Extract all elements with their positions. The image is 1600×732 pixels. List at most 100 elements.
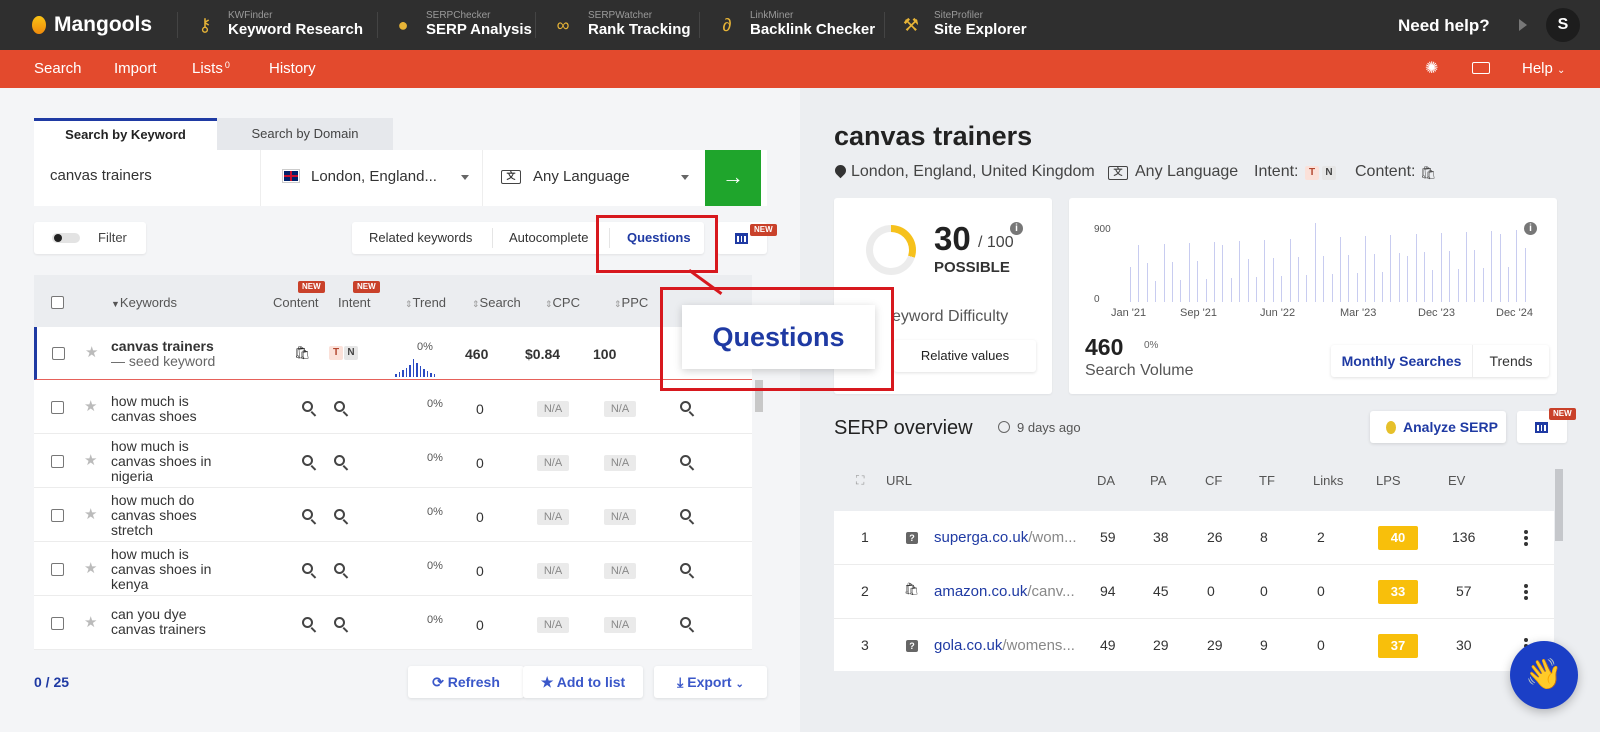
search-icon[interactable] (680, 455, 691, 466)
select-all-checkbox[interactable] (51, 296, 64, 309)
tab-monthly-searches[interactable]: Monthly Searches (1331, 345, 1473, 377)
row-checkbox[interactable] (51, 563, 64, 576)
keyword-title: canvas trainers (834, 121, 1033, 151)
refresh-button[interactable]: ⟳ Refresh (408, 666, 524, 698)
mangools-logo[interactable]: Mangools (32, 13, 152, 37)
bug-icon[interactable]: ✺ (1425, 58, 1438, 78)
star-icon[interactable]: ★ (84, 559, 97, 577)
search-icon[interactable] (334, 617, 345, 628)
trend-bar (402, 370, 404, 377)
row-checkbox[interactable] (51, 455, 64, 468)
tab-related-keywords[interactable]: Related keywords (369, 230, 472, 245)
serp-egg-icon (1386, 421, 1396, 434)
top-bar: Mangools ⚷ KWFinder Keyword Research ● SE… (0, 0, 1600, 50)
col-intent[interactable]: Intent (338, 295, 371, 310)
export-button[interactable]: ⤓ Export ⌄ (654, 666, 767, 698)
language-select[interactable]: 文 Any Language (482, 150, 704, 206)
keyboard-icon[interactable] (1472, 62, 1490, 74)
serp-row[interactable]: 1 ? superga.co.uk/wom... 59 38 26 8 2 40… (834, 511, 1554, 565)
user-avatar[interactable]: S (1546, 8, 1580, 42)
tab-autocomplete[interactable]: Autocomplete (509, 230, 589, 245)
toggle-switch[interactable] (52, 233, 80, 243)
serp-scrollbar[interactable] (1555, 469, 1563, 541)
volume-bar (1440, 233, 1442, 302)
tab-search-by-keyword[interactable]: Search by Keyword (34, 118, 217, 150)
nav-help[interactable]: Help ⌄ (1522, 60, 1565, 77)
search-icon[interactable] (302, 563, 313, 574)
col-ppc[interactable]: ⇕PPC (614, 295, 648, 310)
volume-bar (1415, 234, 1417, 302)
table-row[interactable]: ★ can you dye canvas trainers 0% 0 N/A N… (34, 597, 752, 650)
serp-row[interactable]: 2 🛍 amazon.co.uk/canv... 94 45 0 0 0 33 … (834, 565, 1554, 619)
search-icon[interactable] (334, 563, 345, 574)
nav-lists[interactable]: Lists 0 (192, 60, 230, 77)
table-row[interactable]: ★ how much is canvas shoes in kenya 0% 0… (34, 543, 752, 596)
volume-bar (1180, 280, 1182, 302)
col-content[interactable]: Content (273, 295, 319, 310)
chevron-down-icon: ⌄ (1557, 65, 1566, 76)
row-checkbox[interactable] (51, 617, 64, 630)
app-siteprofiler[interactable]: ⚒ SiteProfiler Site Explorer (902, 10, 1027, 39)
more-options-icon[interactable] (1524, 530, 1528, 546)
app-linkminer[interactable]: ∂ LinkMiner Backlink Checker (718, 10, 876, 39)
col-search[interactable]: ⇕Search (472, 295, 521, 310)
search-icon[interactable] (334, 401, 345, 412)
tab-search-by-domain[interactable]: Search by Domain (217, 118, 393, 150)
volume-bar (1239, 241, 1241, 302)
app-kwfinder[interactable]: ⚷ KWFinder Keyword Research (196, 10, 363, 39)
play-icon[interactable] (1519, 19, 1527, 31)
search-icon[interactable] (302, 617, 313, 628)
row-checkbox[interactable] (52, 347, 65, 360)
search-icon[interactable] (680, 509, 691, 520)
row-checkbox[interactable] (51, 401, 64, 414)
star-icon[interactable]: ★ (84, 505, 97, 523)
volume-bar (1457, 269, 1459, 302)
tab-trends[interactable]: Trends (1473, 345, 1549, 377)
table-row[interactable]: ★ how much is canvas shoes in nigeria 0%… (34, 435, 752, 488)
table-row[interactable]: ★ how much do canvas shoes stretch 0% 0 … (34, 489, 752, 542)
table-row[interactable]: ★ how much is canvas shoes 0% 0 N/A N/A (34, 381, 752, 434)
search-icon[interactable] (680, 401, 691, 412)
shopping-icon: 🛍 (1420, 165, 1437, 180)
nav-search[interactable]: Search (34, 60, 82, 77)
star-icon[interactable]: ★ (84, 397, 97, 415)
serp-url[interactable]: gola.co.uk/womens... (934, 637, 1075, 654)
table-row-seed[interactable]: ★ canvas trainers — seed keyword 🛍 T N 0%… (34, 327, 752, 380)
search-icon[interactable] (334, 455, 345, 466)
search-icon[interactable] (680, 617, 691, 628)
search-icon[interactable] (302, 455, 313, 466)
serp-url[interactable]: superga.co.uk/wom... (934, 529, 1077, 546)
volume-bar (1449, 251, 1451, 302)
nav-import[interactable]: Import (114, 60, 157, 77)
search-button[interactable]: → (705, 150, 761, 206)
clock-icon (998, 421, 1010, 433)
filter-toggle[interactable]: Filter (34, 222, 146, 254)
col-keywords[interactable]: ▼Keywords (111, 295, 177, 310)
star-icon[interactable]: ★ (84, 451, 97, 469)
location-select[interactable]: London, England... (260, 150, 482, 206)
search-icon[interactable] (302, 509, 313, 520)
search-icon[interactable] (680, 563, 691, 574)
logo-icon (32, 16, 46, 34)
search-icon[interactable] (334, 509, 345, 520)
app-serpwatcher[interactable]: ∞ SERPWatcher Rank Tracking (552, 10, 691, 39)
col-cpc[interactable]: ⇕CPC (545, 295, 580, 310)
keyword-input[interactable] (50, 167, 250, 184)
search-icon[interactable] (302, 401, 313, 412)
star-icon[interactable]: ★ (84, 613, 97, 631)
volume-bar (1272, 258, 1274, 302)
serp-url[interactable]: amazon.co.uk/canv... (934, 583, 1075, 600)
nav-history[interactable]: History (269, 60, 316, 77)
more-options-icon[interactable] (1524, 584, 1528, 600)
app-serpchecker[interactable]: ● SERPChecker SERP Analysis (394, 10, 532, 39)
star-icon[interactable]: ★ (85, 343, 98, 361)
need-help-link[interactable]: Need help? (1398, 16, 1490, 36)
relative-values-button[interactable]: Relative values (894, 340, 1036, 372)
chat-wave-icon[interactable]: 👋 (1510, 641, 1578, 709)
add-to-list-button[interactable]: ★ Add to list (523, 666, 643, 698)
expand-icon[interactable]: ⛶ (856, 473, 864, 488)
row-checkbox[interactable] (51, 509, 64, 522)
analyze-serp-button[interactable]: Analyze SERP (1370, 411, 1506, 443)
serp-row[interactable]: 3 ? gola.co.uk/womens... 49 29 29 9 0 37… (834, 619, 1554, 671)
col-trend[interactable]: ⇕Trend (405, 295, 446, 310)
